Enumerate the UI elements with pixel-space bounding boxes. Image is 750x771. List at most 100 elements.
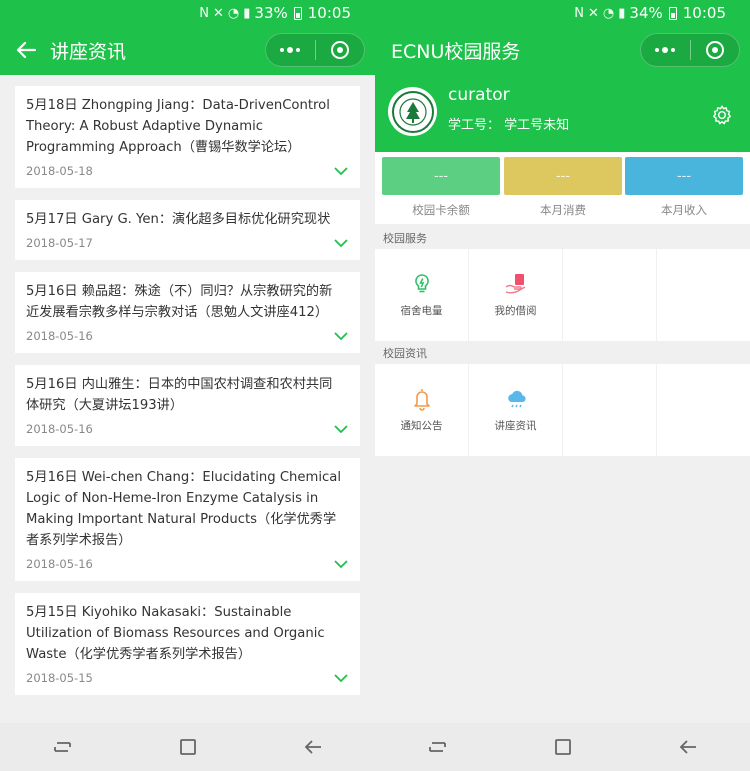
- stat-label: 校园卡余额: [412, 203, 470, 217]
- settings-button[interactable]: [711, 104, 733, 126]
- home-square-icon: [554, 739, 571, 755]
- lecture-card[interactable]: 5月16日 Wei-chen Chang：Elucidating Chemica…: [15, 458, 360, 581]
- lecture-title: 5月16日 内山雅生：日本的中国农村调查和农村共同体研究（大夏讲坛193讲）: [26, 377, 333, 413]
- lecture-list: 5月18日 Zhongping Jiang：Data-DrivenControl…: [0, 75, 375, 723]
- page-title: 讲座资讯: [50, 40, 127, 63]
- stat-tile[interactable]: --- 本月收入: [625, 157, 743, 218]
- user-id-label: 学工号：: [448, 118, 501, 133]
- stat-value: ---: [625, 157, 743, 195]
- stat-tile[interactable]: --- 校园卡余额: [382, 157, 500, 218]
- chevron-down-icon[interactable]: [334, 332, 348, 341]
- lecture-card[interactable]: 5月16日 赖品超：殊途（不）同归？从宗教研究的新近发展看宗教多样与宗教对话（思…: [15, 272, 360, 353]
- page-title: ECNU校园服务: [391, 40, 521, 63]
- target-icon: [330, 41, 349, 59]
- miniapp-capsule: [640, 33, 740, 67]
- service-tile[interactable]: 我的借阅: [469, 249, 562, 341]
- recent-apps-button[interactable]: [418, 727, 458, 767]
- lecture-date: 2018-05-17: [26, 236, 93, 250]
- close-miniapp-button[interactable]: [316, 34, 365, 66]
- service-label: 我的借阅: [494, 305, 537, 317]
- chevron-down-icon[interactable]: [334, 425, 348, 434]
- stat-tile[interactable]: --- 本月消费: [504, 157, 622, 218]
- chevron-down-icon[interactable]: [334, 560, 348, 569]
- stat-label: 本月收入: [661, 203, 707, 217]
- lecture-date: 2018-05-16: [26, 329, 93, 343]
- system-back-button[interactable]: [668, 727, 708, 767]
- recent-apps-button[interactable]: [43, 727, 83, 767]
- chevron-down-icon[interactable]: [334, 239, 348, 248]
- lecture-date: 2018-05-15: [26, 671, 93, 685]
- mute-icon: ✕: [588, 5, 599, 21]
- title-bar: 讲座资讯: [0, 30, 375, 70]
- username: curator: [448, 85, 510, 105]
- bulb-icon: [410, 272, 434, 296]
- nfc-icon: N: [199, 5, 210, 21]
- empty-tile: [563, 364, 656, 456]
- android-nav-bar: [375, 723, 750, 771]
- more-button[interactable]: [266, 34, 315, 66]
- clock: 10:05: [682, 4, 726, 22]
- header-bar: N ✕ ◔ ▮ 33% 10:05 讲座资讯: [0, 0, 375, 75]
- avatar[interactable]: [388, 87, 437, 136]
- university-seal-icon: [391, 90, 434, 133]
- target-icon: [705, 41, 724, 59]
- empty-tile: [657, 364, 750, 456]
- back-arrow-icon: [679, 740, 696, 754]
- home-button[interactable]: [543, 727, 583, 767]
- book-hand-icon: [504, 272, 528, 296]
- stat-value: ---: [382, 157, 500, 195]
- battery-percent: 34%: [629, 4, 663, 22]
- lecture-news-screen: N ✕ ◔ ▮ 33% 10:05 讲座资讯 5月18日 Zhongping J…: [0, 0, 375, 771]
- more-dots-icon: [655, 47, 676, 53]
- signal-icon: ▮: [618, 5, 626, 21]
- service-tile[interactable]: 宿舍电量: [375, 249, 468, 341]
- news-grid: 通知公告 讲座资讯: [375, 364, 750, 456]
- section-label-news: 校园资讯: [383, 347, 427, 360]
- lecture-card[interactable]: 5月15日 Kiyohiko Nakasaki：Sustainable Util…: [15, 593, 360, 695]
- miniapp-capsule: [265, 33, 365, 67]
- chevron-down-icon[interactable]: [334, 167, 348, 176]
- nfc-icon: N: [574, 5, 585, 21]
- stat-value: ---: [504, 157, 622, 195]
- user-id: 学工号： 学工号未知: [448, 114, 569, 133]
- stat-label: 本月消费: [540, 203, 586, 217]
- mute-icon: ✕: [213, 5, 224, 21]
- service-label: 通知公告: [400, 420, 443, 432]
- lecture-title: 5月16日 Wei-chen Chang：Elucidating Chemica…: [26, 470, 342, 548]
- lecture-card[interactable]: 5月18日 Zhongping Jiang：Data-DrivenControl…: [15, 86, 360, 188]
- lecture-date: 2018-05-16: [26, 557, 93, 571]
- lecture-title: 5月18日 Zhongping Jiang：Data-DrivenControl…: [26, 98, 330, 155]
- back-button[interactable]: [14, 38, 38, 62]
- battery-percent: 33%: [254, 4, 288, 22]
- more-dots-icon: [280, 47, 301, 53]
- account-stats: --- 校园卡余额 --- 本月消费 --- 本月收入: [375, 152, 750, 224]
- cloud-icon: [504, 387, 528, 411]
- section-label-services: 校园服务: [383, 232, 427, 245]
- service-label: 宿舍电量: [400, 305, 443, 317]
- lecture-date: 2018-05-16: [26, 422, 93, 436]
- lecture-title: 5月17日 Gary G. Yen：演化超多目标优化研究现状: [26, 212, 331, 227]
- wifi-icon: ◔: [227, 5, 240, 21]
- clock: 10:05: [307, 4, 351, 22]
- close-miniapp-button[interactable]: [691, 34, 740, 66]
- android-nav-bar: [0, 723, 375, 771]
- lecture-card[interactable]: 5月17日 Gary G. Yen：演化超多目标优化研究现状 2018-05-17: [15, 200, 360, 260]
- service-tile[interactable]: 讲座资讯: [469, 364, 562, 456]
- lecture-title: 5月15日 Kiyohiko Nakasaki：Sustainable Util…: [26, 605, 325, 662]
- arrow-left-icon: [16, 41, 36, 59]
- more-button[interactable]: [641, 34, 690, 66]
- lecture-title: 5月16日 赖品超：殊途（不）同归？从宗教研究的新近发展看宗教多样与宗教对话（思…: [26, 284, 333, 320]
- status-bar: N ✕ ◔ ▮ 34% 10:05: [574, 4, 726, 22]
- battery-icon: [668, 6, 677, 20]
- recent-apps-icon: [428, 742, 446, 752]
- chevron-down-icon[interactable]: [334, 674, 348, 683]
- home-button[interactable]: [168, 727, 208, 767]
- system-back-button[interactable]: [293, 727, 333, 767]
- recent-apps-icon: [53, 742, 71, 752]
- service-label: 讲座资讯: [494, 420, 537, 432]
- service-tile[interactable]: 通知公告: [375, 364, 468, 456]
- lecture-card[interactable]: 5月16日 内山雅生：日本的中国农村调查和农村共同体研究（大夏讲坛193讲） 20…: [15, 365, 360, 446]
- campus-service-screen: N ✕ ◔ ▮ 34% 10:05 ECNU校园服务 curator 学工号： …: [375, 0, 750, 771]
- page-background: [375, 456, 750, 723]
- bell-icon: [410, 387, 434, 411]
